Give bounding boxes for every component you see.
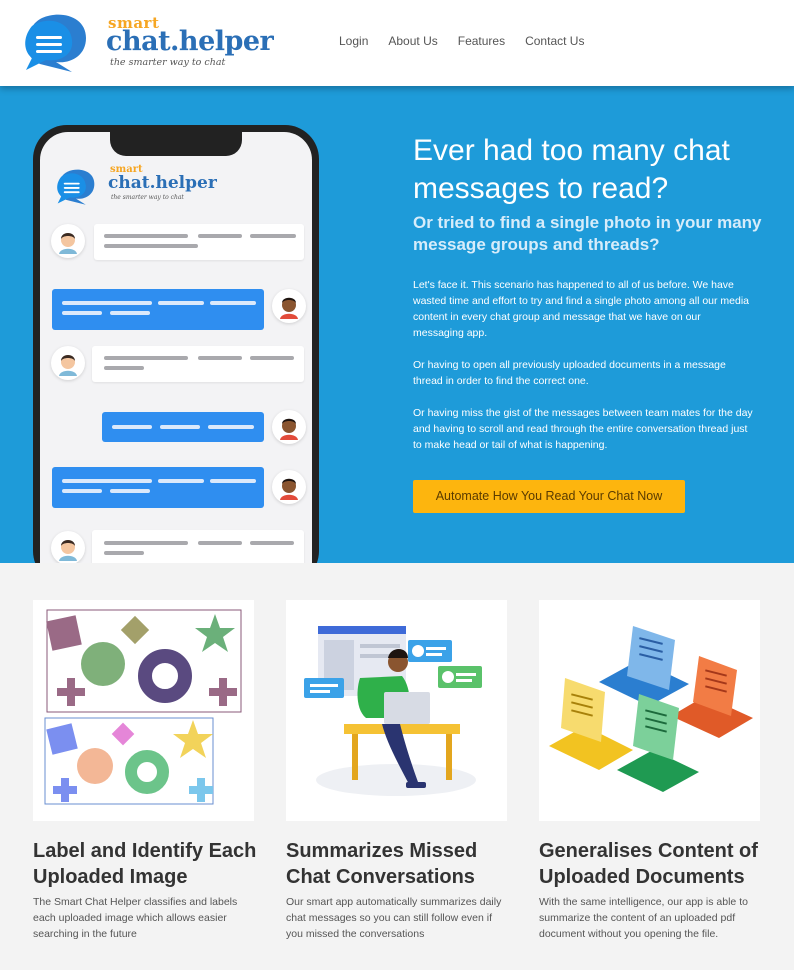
feature-title-1: Label and Identify Each Uploaded Image <box>33 840 257 888</box>
male-avatar-icon <box>280 297 298 319</box>
avatar-male <box>272 470 306 504</box>
feature-text-1: The Smart Chat Helper classifies and lab… <box>33 896 238 940</box>
person-at-computer-illustration-icon <box>304 626 482 796</box>
feature-text-3: With the same intelligence, our app is a… <box>539 896 748 940</box>
incoming-message <box>92 530 304 563</box>
site-header: smart chat.helper the smarter way to cha… <box>0 0 794 86</box>
nav-features[interactable]: Features <box>458 34 505 48</box>
site-logo[interactable]: smart chat.helper the smarter way to cha… <box>20 12 300 74</box>
nav-contact-us[interactable]: Contact Us <box>525 34 584 48</box>
hero-paragraph-1: Let's face it. This scenario has happene… <box>413 279 750 339</box>
hero-section: smart chat.helper the smarter way to cha… <box>0 86 794 563</box>
outgoing-message <box>52 467 264 508</box>
hero-paragraph-2: Or having to open all previously uploade… <box>413 359 726 387</box>
feature-text-2: Our smart app automatically summarizes d… <box>286 896 502 940</box>
feature-title-3: Generalises Content of Uploaded Document… <box>539 840 758 888</box>
shapes-labeling-illustration-icon <box>44 609 242 805</box>
phone-logo-tagline: the smarter way to chat <box>111 194 184 201</box>
automate-cta-button[interactable]: Automate How You Read Your Chat Now <box>413 480 685 513</box>
male-avatar-icon <box>280 418 298 440</box>
incoming-message <box>92 346 304 382</box>
phone-mockup: smart chat.helper the smarter way to cha… <box>33 125 319 563</box>
female-avatar-icon <box>59 540 77 561</box>
logo-brand-text: chat.helper <box>106 26 274 57</box>
chat-bubble-logo-icon <box>25 14 86 72</box>
avatar-male <box>272 410 306 444</box>
incoming-message <box>94 224 304 260</box>
feature-title-2: Summarizes Missed Chat Conversations <box>286 840 478 888</box>
female-avatar-icon <box>59 355 77 376</box>
avatar-female <box>51 224 85 258</box>
nav-about-us[interactable]: About Us <box>388 34 437 48</box>
chat-bubble-logo-icon <box>57 169 95 205</box>
phone-logo-brand: chat.helper <box>108 173 217 193</box>
main-nav: Login About Us Features Contact Us <box>339 34 604 48</box>
male-avatar-icon <box>280 478 298 500</box>
stacked-documents-illustration-icon <box>549 626 753 792</box>
phone-notch <box>110 132 242 156</box>
phone-screen: smart chat.helper the smarter way to cha… <box>40 132 312 563</box>
avatar-male <box>272 289 306 323</box>
hero-paragraph-3: Or having miss the gist of the messages … <box>413 407 753 451</box>
female-avatar-icon <box>59 233 77 254</box>
hero-title: Ever had too many chat messages to read? <box>413 134 730 205</box>
outgoing-message <box>52 289 264 330</box>
nav-login[interactable]: Login <box>339 34 368 48</box>
feature-documents-illustration <box>539 600 760 821</box>
avatar-female <box>51 346 85 380</box>
feature-summary-illustration <box>286 600 507 821</box>
feature-image-labeling-illustration <box>33 600 254 821</box>
outgoing-message <box>102 412 264 442</box>
hero-subtitle: Or tried to find a single photo in your … <box>413 213 762 254</box>
phone-logo: smart chat.helper the smarter way to cha… <box>54 164 254 214</box>
avatar-female <box>51 531 85 563</box>
logo-tagline: the smarter way to chat <box>110 57 226 68</box>
